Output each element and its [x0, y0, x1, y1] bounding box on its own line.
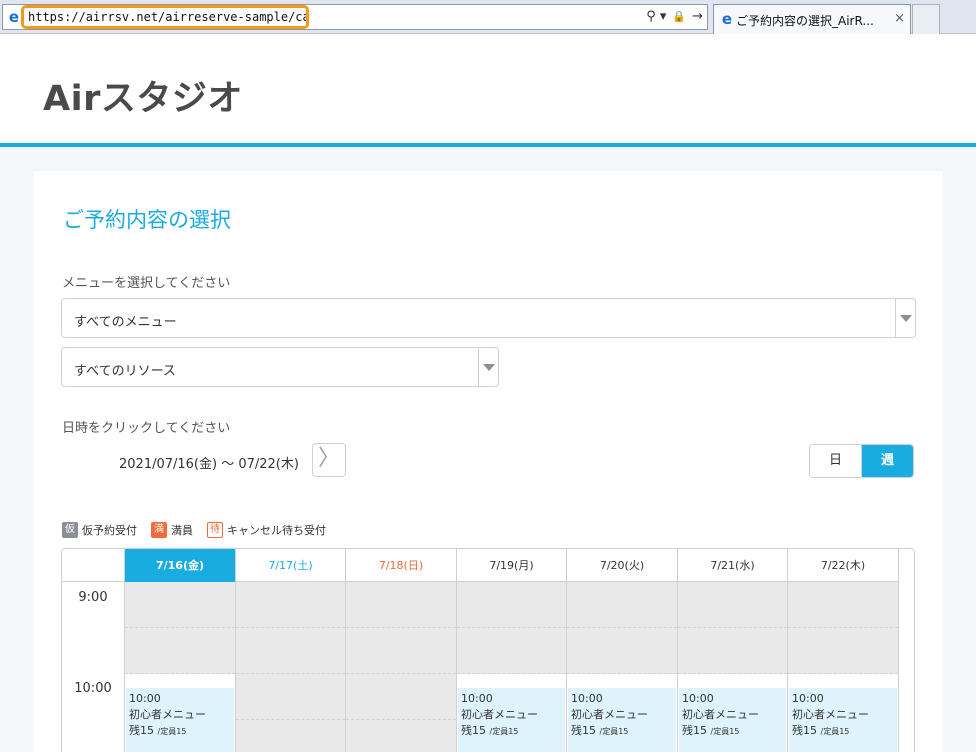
time-cell	[125, 582, 235, 628]
day-column	[235, 582, 345, 752]
time-cell	[678, 582, 787, 628]
slot-time: 10:00	[461, 692, 493, 705]
reservation-slot[interactable]: 10:00 初心者メニュー 残15 /定員15	[458, 688, 565, 752]
legend-text: 満員	[171, 524, 193, 537]
time-cell	[567, 582, 677, 628]
day-column: 10:00 初心者メニュー 残15 /定員15	[124, 582, 235, 752]
time-cell	[236, 674, 345, 720]
time-cell	[346, 674, 456, 720]
time-cell	[788, 628, 898, 674]
day-column: 10:00 初心者メニュー 残15 /定員15	[677, 582, 787, 752]
datetime-label: 日時をクリックしてください	[62, 421, 231, 436]
slot-availability: 残15 /定員15	[571, 724, 629, 737]
day-header[interactable]: 7/17(土)	[235, 549, 345, 582]
slot-menu: 初心者メニュー	[792, 708, 869, 721]
slot-availability: 残15 /定員15	[461, 724, 519, 737]
time-label: 9:00	[78, 590, 108, 605]
calendar-scroll-gutter	[898, 549, 914, 752]
legend-text: 仮予約受付	[82, 524, 137, 537]
browser-tab[interactable]: e ご予約内容の選択_AirR... ×	[713, 4, 911, 34]
day-header[interactable]: 7/16(金)	[124, 549, 235, 582]
day-header[interactable]: 7/18(日)	[345, 549, 456, 582]
day-view-button[interactable]: 日	[810, 445, 862, 477]
resource-select-value: すべてのリソース	[74, 364, 176, 379]
site-header: Airスタジオ	[0, 34, 976, 147]
day-header[interactable]: 7/20(火)	[566, 549, 677, 582]
time-cell	[678, 628, 787, 674]
reservation-card: ご予約内容の選択 メニューを選択してください すべてのメニュー すべてのリソース…	[33, 171, 943, 752]
time-cell	[346, 720, 456, 752]
day-header[interactable]: 7/22(木)	[787, 549, 898, 582]
legend-item: 待 キャンセル待ち受付	[207, 522, 326, 538]
tab-title: ご予約内容の選択_AirR...	[736, 14, 874, 28]
legend: 仮 仮予約受付 満 満員 待 キャンセル待ち受付	[62, 522, 340, 538]
legend-item: 満 満員	[151, 522, 193, 538]
day-header[interactable]: 7/21(水)	[677, 549, 787, 582]
next-week-button[interactable]: 〉	[312, 443, 346, 477]
chevron-down-icon[interactable]	[478, 348, 498, 386]
ie-icon: e	[8, 8, 20, 26]
slot-availability: 残15 /定員15	[682, 724, 740, 737]
time-cell	[567, 628, 677, 674]
day-column: 10:00 初心者メニュー 残15 /定員15	[566, 582, 677, 752]
menu-select-value: すべてのメニュー	[74, 315, 177, 330]
time-cell	[125, 628, 235, 674]
menu-label: メニューを選択してください	[62, 276, 231, 291]
time-cell	[346, 582, 456, 628]
slot-menu: 初心者メニュー	[461, 708, 538, 721]
provisional-badge: 仮	[62, 522, 78, 538]
reservation-slot[interactable]: 10:00 初心者メニュー 残15 /定員15	[568, 688, 676, 752]
address-bar[interactable]: e https://airrsv.net/airreserve-sample/c…	[2, 4, 708, 30]
slot-menu: 初心者メニュー	[129, 708, 206, 721]
go-arrow-icon[interactable]: →	[692, 8, 703, 26]
week-calendar: 7/16(金) 7/17(土) 7/18(日) 7/19(月) 7/20(火) …	[61, 548, 915, 752]
view-toggle: 日 週	[809, 444, 914, 478]
date-range: 2021/07/16(金) 〜 07/22(木)	[119, 457, 299, 472]
url-field[interactable]: https://airrsv.net/airreserve-sample/cal…	[21, 5, 309, 29]
legend-text: キャンセル待ち受付	[227, 524, 326, 537]
menu-select[interactable]: すべてのメニュー	[61, 298, 916, 338]
time-cell	[457, 628, 566, 674]
tab-ie-icon: e	[721, 10, 733, 28]
address-tools: ⚲ ▾ 🔒 →	[646, 8, 703, 26]
slot-menu: 初心者メニュー	[682, 708, 759, 721]
time-label: 10:00	[74, 681, 112, 696]
new-tab-button[interactable]	[912, 4, 940, 34]
site-logo[interactable]: Airスタジオ	[43, 70, 243, 121]
day-column	[345, 582, 456, 752]
lock-icon[interactable]: 🔒	[672, 8, 686, 26]
reservation-slot[interactable]: 10:00 初心者メニュー 残15 /定員15	[126, 688, 234, 752]
day-column: 10:00 初心者メニュー 残15 /定員15	[456, 582, 566, 752]
slot-time: 10:00	[571, 692, 603, 705]
slot-availability: 残15 /定員15	[129, 724, 187, 737]
time-cell	[236, 628, 345, 674]
day-column: 10:00 初心者メニュー 残15 /定員15	[787, 582, 898, 752]
search-icon[interactable]: ⚲ ▾	[646, 8, 666, 26]
waitlist-badge: 待	[207, 522, 223, 538]
time-cell	[346, 628, 456, 674]
slot-menu: 初心者メニュー	[571, 708, 648, 721]
chevron-down-icon[interactable]	[895, 299, 915, 337]
slot-time: 10:00	[792, 692, 824, 705]
slot-availability: 残15 /定員15	[792, 724, 850, 737]
time-cell	[457, 582, 566, 628]
reservation-slot[interactable]: 10:00 初心者メニュー 残15 /定員15	[789, 688, 897, 752]
reservation-slot[interactable]: 10:00 初心者メニュー 残15 /定員15	[679, 688, 786, 752]
week-view-button[interactable]: 週	[862, 445, 913, 477]
tab-close-icon[interactable]: ×	[894, 11, 905, 26]
legend-item: 仮 仮予約受付	[62, 522, 137, 538]
slot-time: 10:00	[129, 692, 161, 705]
time-cell	[236, 582, 345, 628]
browser-chrome: e https://airrsv.net/airreserve-sample/c…	[0, 0, 976, 34]
day-header[interactable]: 7/19(月)	[456, 549, 566, 582]
slot-time: 10:00	[682, 692, 714, 705]
time-cell	[236, 720, 345, 752]
resource-select[interactable]: すべてのリソース	[61, 347, 499, 387]
full-badge: 満	[151, 522, 167, 538]
calendar-header: 7/16(金) 7/17(土) 7/18(日) 7/19(月) 7/20(火) …	[62, 549, 914, 582]
time-cell	[788, 582, 898, 628]
page-title: ご予約内容の選択	[63, 208, 231, 232]
